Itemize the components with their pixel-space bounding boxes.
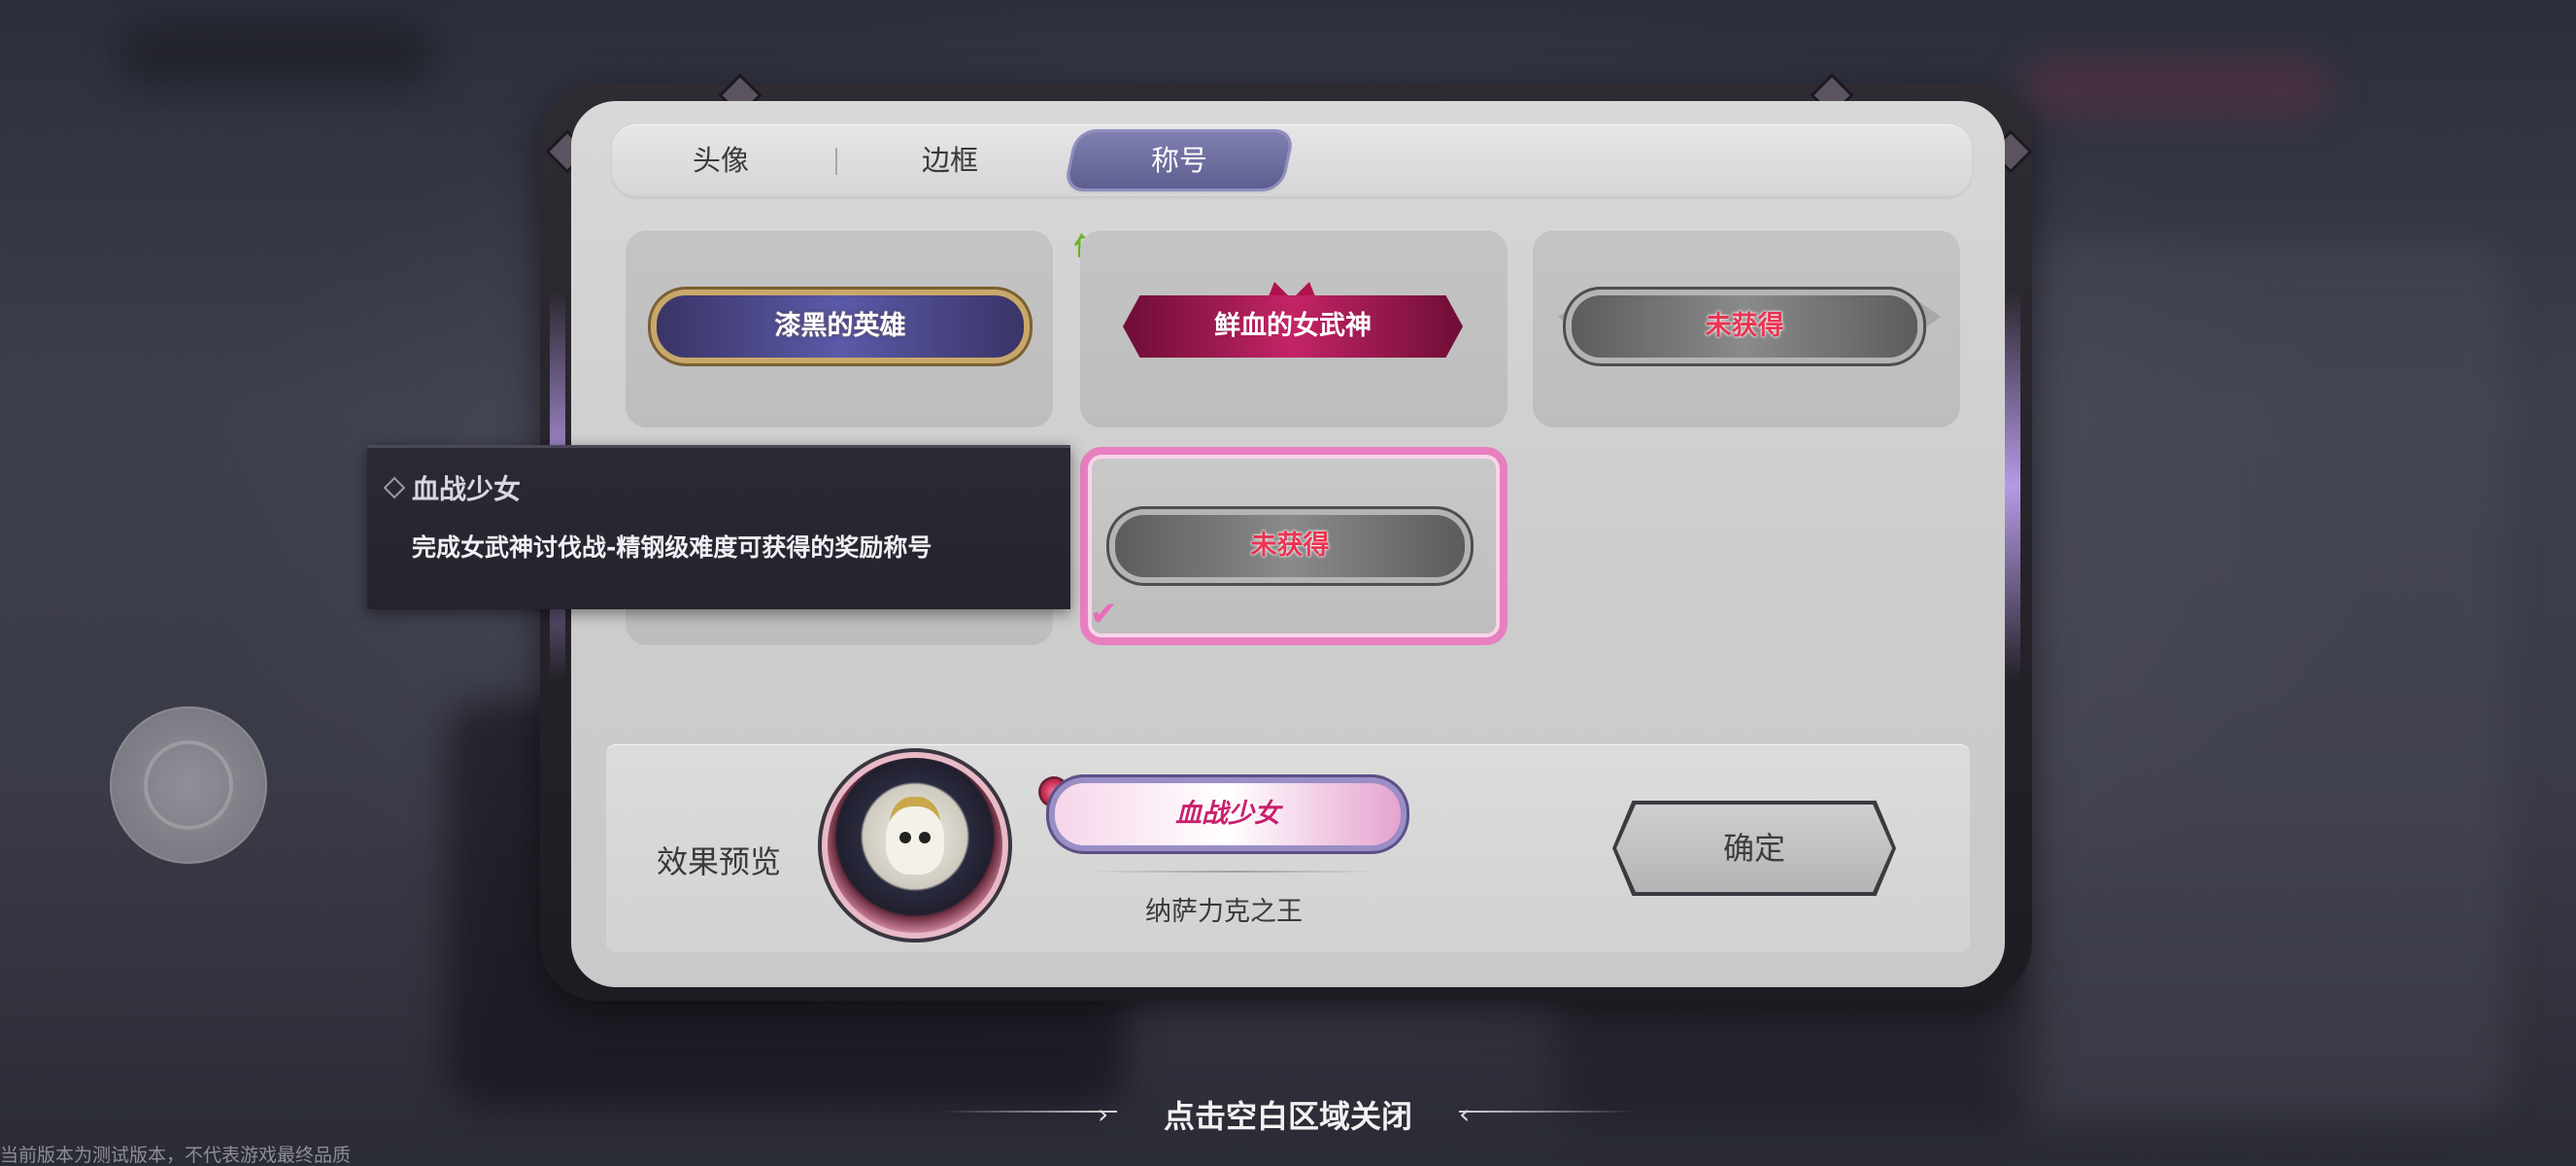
skull-portrait-icon: [886, 806, 944, 874]
chevron-left-icon: ‹: [1459, 1098, 1471, 1130]
tab-title[interactable]: 称号: [1066, 132, 1293, 189]
title-badge-dark-hero: 漆黑的英雄: [657, 295, 1024, 358]
version-note: 当前版本为测试版本，不代表游戏最终品质: [0, 1145, 352, 1166]
title-badge-blood-valkyrie: 鲜血的女武神: [1123, 295, 1463, 358]
skull-eye-icon: [899, 832, 911, 843]
divider: [1459, 1111, 1634, 1113]
tab-bar: [612, 124, 1972, 196]
tab-border[interactable]: 边框: [872, 132, 1028, 189]
title-badge-locked: 未获得: [1572, 295, 1917, 358]
skull-eye-icon: [919, 832, 931, 843]
tab-title-label: 称号: [1150, 144, 1207, 177]
preview-title-badge: 血战少女: [1055, 783, 1401, 845]
preview-label: 效果预览: [657, 843, 782, 880]
frame-glow-right: [2005, 292, 2020, 680]
background-blur: [117, 19, 437, 87]
joystick-ring-icon: [144, 740, 233, 830]
background-blur: [2001, 243, 2506, 1117]
title-badge-locked-selected: 未获得: [1115, 515, 1465, 577]
chevron-right-icon: ›: [1098, 1098, 1109, 1130]
divider: [1088, 871, 1379, 873]
close-hint[interactable]: 点击空白区域关闭: [1117, 1092, 1459, 1137]
tab-avatar[interactable]: 头像: [643, 132, 798, 189]
virtual-joystick[interactable]: [110, 706, 267, 864]
tooltip-title: 血战少女: [412, 473, 522, 505]
divider: [942, 1111, 1117, 1113]
tab-divider: [835, 148, 837, 175]
player-name: 纳萨力克之王: [1145, 897, 1303, 927]
check-icon: ✔: [1090, 595, 1118, 634]
background-blur: [2020, 58, 2331, 117]
confirm-button[interactable]: 确定: [1616, 805, 1892, 892]
tooltip-description: 完成女武神讨伐战-精钢级难度可获得的奖励称号: [412, 533, 932, 562]
